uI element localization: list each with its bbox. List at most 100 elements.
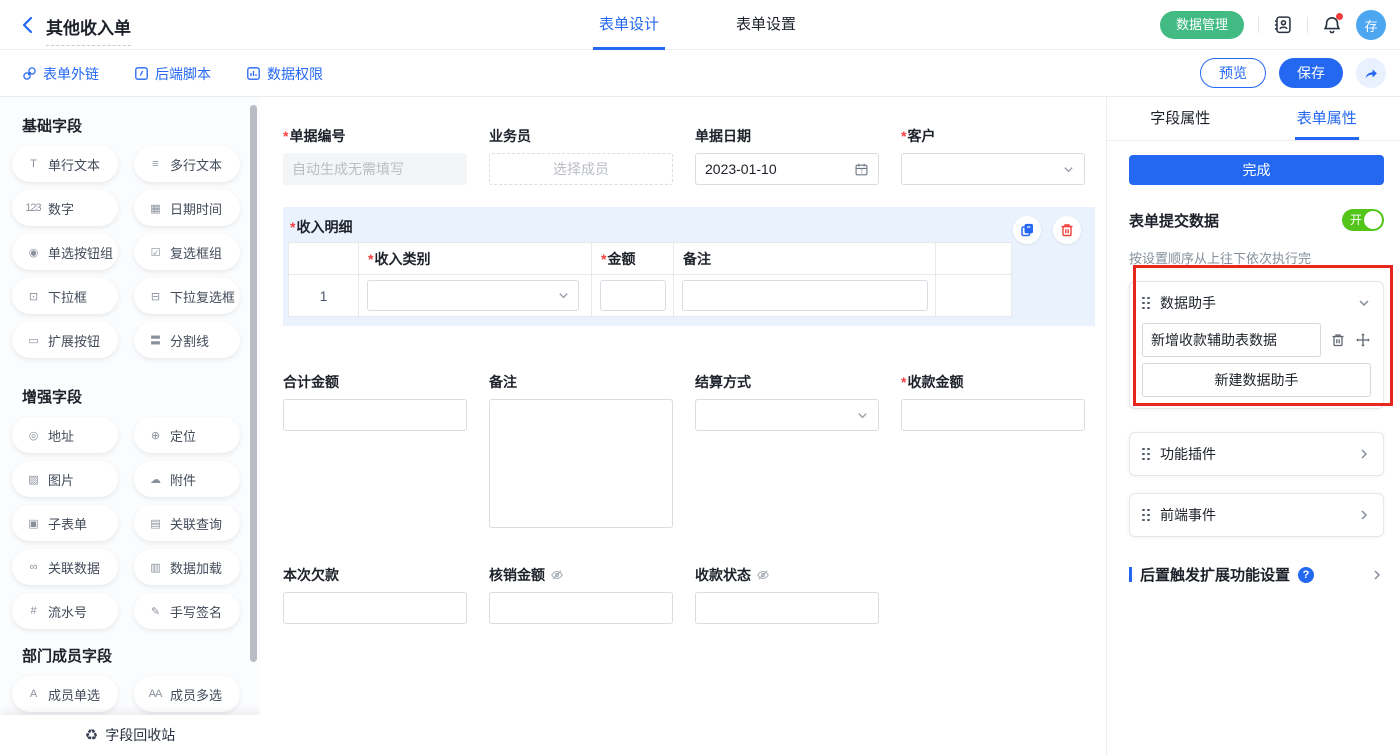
save-button[interactable]: 保存 <box>1279 58 1343 88</box>
form-external-link[interactable]: 表单外链 <box>22 64 99 84</box>
field-writeoff-amount[interactable]: 核销金额 <box>489 566 673 624</box>
doc-no-input[interactable]: 自动生成无需填写 <box>283 153 467 185</box>
amount-input[interactable] <box>600 280 666 311</box>
remark-textarea[interactable] <box>489 399 673 528</box>
field-receipt-amount[interactable]: 收款金额 <box>901 373 1085 431</box>
field-type-button[interactable]: ☁ 附件 <box>134 461 240 497</box>
chevron-down-icon[interactable] <box>1357 296 1371 310</box>
contacts-book-icon[interactable] <box>1273 15 1293 35</box>
field-type-button[interactable]: # 流水号 <box>12 593 118 629</box>
field-label: 本次欠款 <box>283 565 339 585</box>
field-type-button[interactable]: ▤ 关联查询 <box>134 505 240 541</box>
form-title[interactable]: 其他收入单 <box>46 14 131 46</box>
field-type-button[interactable]: ⊡ 下拉框 <box>12 278 118 314</box>
field-type-button[interactable]: ◎ 地址 <box>12 417 118 453</box>
field-type-label: 下拉复选框 <box>170 287 235 306</box>
field-type-button[interactable]: ⊟ 下拉复选框 <box>134 278 240 314</box>
post-trigger-settings-row[interactable]: 后置触发扩展功能设置 ? <box>1129 564 1384 585</box>
chevron-right-icon[interactable] <box>1370 568 1384 582</box>
field-type-label: 日期时间 <box>170 199 222 218</box>
field-type-button[interactable]: ▦ 日期时间 <box>134 190 240 226</box>
field-type-button[interactable]: ▣ 子表单 <box>12 505 118 541</box>
drag-handle-icon[interactable] <box>1142 297 1150 310</box>
field-type-label: 数据加载 <box>170 558 222 577</box>
settle-method-select[interactable] <box>695 399 879 431</box>
field-type-button[interactable]: ☑ 复选框组 <box>134 234 240 270</box>
field-total-amount[interactable]: 合计金额 <box>283 373 467 431</box>
copy-subform-button[interactable] <box>1013 216 1041 244</box>
bill-date-input[interactable]: 2023-01-10 7 <box>695 153 879 185</box>
field-type-button[interactable]: ◉ 单选按钮组 <box>12 234 118 270</box>
field-type-label: 单选按钮组 <box>48 243 113 262</box>
field-type-button[interactable]: ∞ 关联数据 <box>12 549 118 585</box>
tab-form-properties[interactable]: 表单属性 <box>1254 97 1400 140</box>
field-type-label: 关联查询 <box>170 514 222 533</box>
field-current-debt[interactable]: 本次欠款 <box>283 566 467 624</box>
field-type-button[interactable]: ▭ 扩展按钮 <box>12 322 118 358</box>
help-icon[interactable]: ? <box>1298 567 1314 583</box>
receipt-status-input[interactable] <box>695 592 879 624</box>
new-data-assistant-button[interactable]: 新建数据助手 <box>1142 363 1371 397</box>
notification-bell-icon[interactable] <box>1322 15 1342 35</box>
field-settle-method[interactable]: 结算方式 <box>695 373 879 431</box>
income-category-select[interactable] <box>367 280 579 311</box>
doc-no-placeholder: 自动生成无需填写 <box>292 159 404 179</box>
frontend-event-title: 前端事件 <box>1160 505 1216 525</box>
field-type-button[interactable]: ▥ 数据加载 <box>134 549 240 585</box>
salesman-picker[interactable]: 选择成员 <box>489 153 673 185</box>
tab-form-design[interactable]: 表单设计 <box>599 0 659 50</box>
data-permission-link[interactable]: 数据权限 <box>246 64 323 84</box>
assistant-item-name[interactable]: 新增收款辅助表数据 <box>1142 323 1321 357</box>
field-label: 收款金额 <box>901 372 963 392</box>
tab-field-properties[interactable]: 字段属性 <box>1107 97 1254 140</box>
field-type-button[interactable]: T 单行文本 <box>12 146 118 182</box>
back-icon[interactable] <box>20 16 36 34</box>
field-receipt-status[interactable]: 收款状态 <box>695 566 879 624</box>
backend-script-link[interactable]: 后端脚本 <box>134 64 211 84</box>
field-type-button[interactable]: ≡ 多行文本 <box>134 146 240 182</box>
field-type-icon: ∞ <box>25 561 41 573</box>
field-bill-date[interactable]: 单据日期 2023-01-10 7 <box>695 127 879 185</box>
tab-form-settings[interactable]: 表单设置 <box>736 0 796 50</box>
field-type-button[interactable]: ▨ 图片 <box>12 461 118 497</box>
share-button[interactable] <box>1356 58 1386 88</box>
field-type-button[interactable]: ✎ 手写签名 <box>134 593 240 629</box>
field-type-label: 定位 <box>170 426 196 445</box>
preview-button[interactable]: 预览 <box>1200 58 1266 88</box>
avatar[interactable]: 存 <box>1356 10 1386 40</box>
chevron-right-icon[interactable] <box>1357 447 1371 461</box>
field-doc-no[interactable]: 单据编号 自动生成无需填写 <box>283 127 467 185</box>
total-amount-input[interactable] <box>283 399 467 431</box>
field-type-button[interactable]: 〓 分割线 <box>134 322 240 358</box>
field-type-button[interactable]: AA 成员多选 <box>134 676 240 712</box>
field-type-button[interactable]: A 成员单选 <box>12 676 118 712</box>
current-debt-input[interactable] <box>283 592 467 624</box>
chevron-right-icon[interactable] <box>1357 508 1371 522</box>
drag-handle-icon[interactable] <box>1142 448 1150 461</box>
done-button[interactable]: 完成 <box>1129 155 1384 185</box>
field-type-icon: ✎ <box>147 605 163 618</box>
receipt-amount-input[interactable] <box>901 399 1085 431</box>
delete-subform-button[interactable] <box>1053 216 1081 244</box>
subform-income-detail[interactable]: 收入明细 <box>283 207 1095 326</box>
field-remark[interactable]: 备注 <box>489 373 673 528</box>
submit-data-toggle[interactable]: 开 <box>1342 209 1384 231</box>
move-assistant-icon[interactable] <box>1355 332 1371 348</box>
function-plugin-header[interactable]: 功能插件 <box>1142 444 1371 464</box>
field-salesman[interactable]: 业务员 选择成员 <box>489 127 673 185</box>
frontend-event-header[interactable]: 前端事件 <box>1142 505 1371 525</box>
data-assistant-header[interactable]: 数据助手 <box>1142 293 1371 313</box>
field-type-button[interactable]: 123 数字 <box>12 190 118 226</box>
customer-select[interactable] <box>901 153 1085 185</box>
row-remark-input[interactable] <box>682 280 928 311</box>
field-type-button[interactable]: ⊕ 定位 <box>134 417 240 453</box>
data-manage-button[interactable]: 数据管理 <box>1160 11 1244 39</box>
drag-handle-icon[interactable] <box>1142 509 1150 522</box>
form-submit-data-label: 表单提交数据 <box>1129 210 1219 231</box>
field-customer[interactable]: 客户 <box>901 127 1085 185</box>
sidebar-scrollbar[interactable] <box>250 105 257 662</box>
delete-assistant-icon[interactable] <box>1330 332 1346 348</box>
writeoff-amount-input[interactable] <box>489 592 673 624</box>
field-recycle-bin[interactable]: ♻ 字段回收站 <box>0 715 260 755</box>
field-type-label: 单行文本 <box>48 155 100 174</box>
